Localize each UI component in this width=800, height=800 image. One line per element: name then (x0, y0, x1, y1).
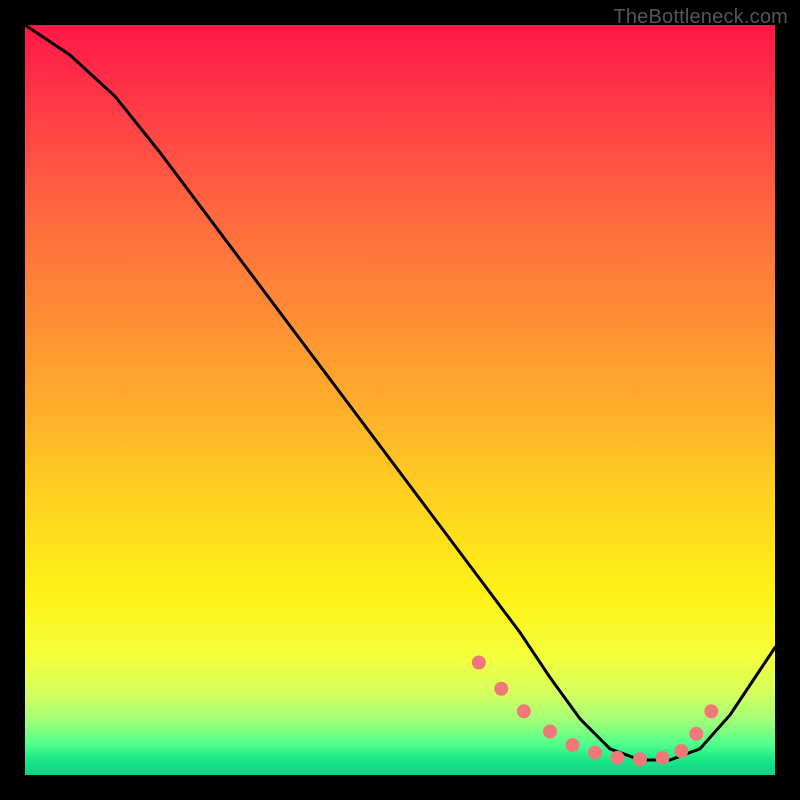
chart-markers (472, 656, 719, 767)
chart-marker-dot (674, 744, 688, 758)
chart-marker-dot (704, 704, 718, 718)
chart-marker-dot (543, 725, 557, 739)
chart-svg (25, 25, 775, 775)
chart-marker-dot (494, 682, 508, 696)
chart-marker-dot (517, 704, 531, 718)
chart-curve (25, 25, 775, 760)
chart-marker-dot (633, 752, 647, 766)
chart-marker-dot (689, 727, 703, 741)
chart-marker-dot (656, 751, 670, 765)
chart-marker-dot (588, 746, 602, 760)
chart-marker-dot (566, 738, 580, 752)
watermark-text: TheBottleneck.com (613, 6, 788, 29)
chart-plot-area (25, 25, 775, 775)
chart-marker-dot (611, 751, 625, 765)
chart-marker-dot (472, 656, 486, 670)
